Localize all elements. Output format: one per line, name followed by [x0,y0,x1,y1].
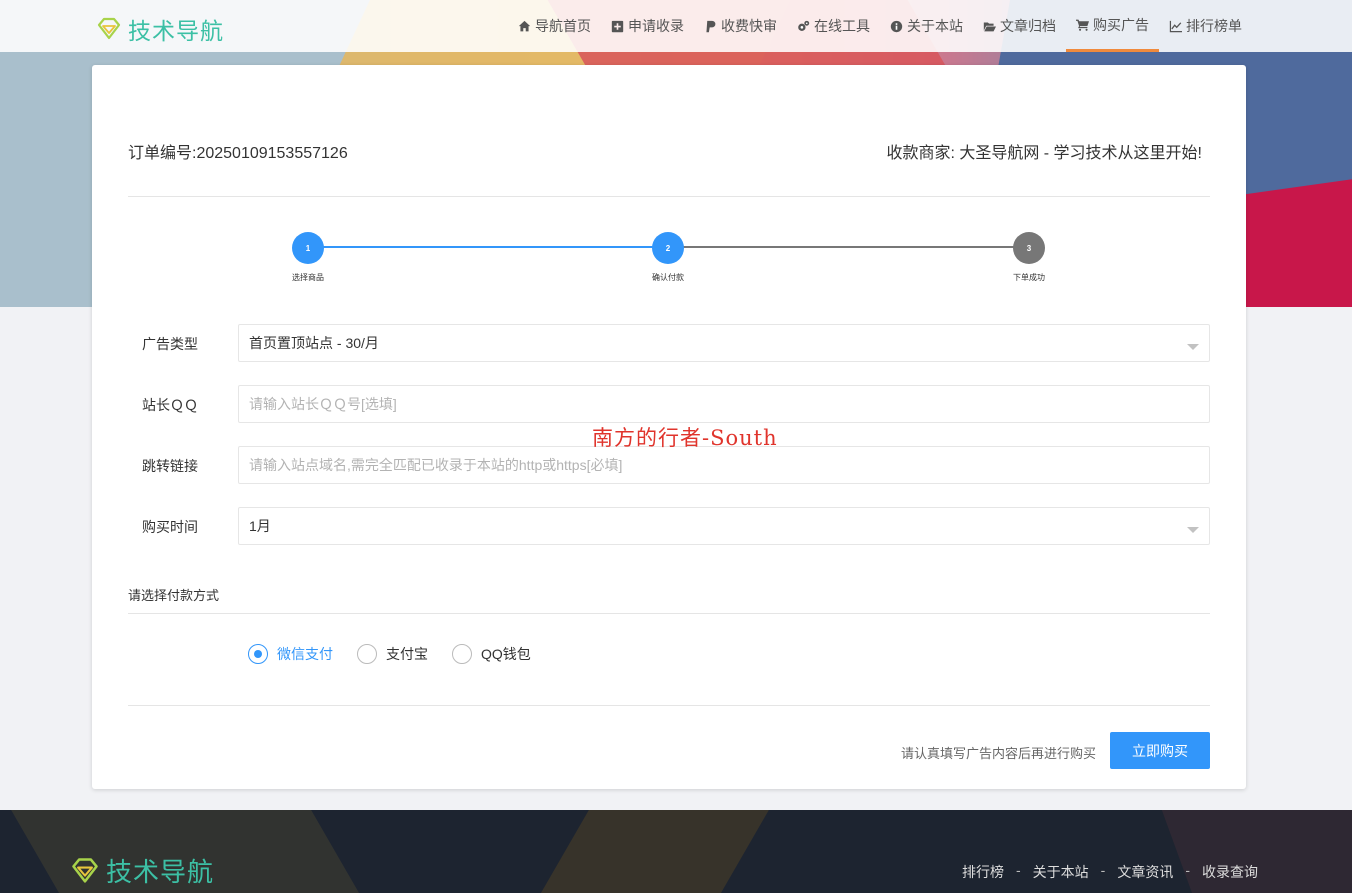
pay-option-label: 支付宝 [386,646,428,662]
footer-separator: - [1100,862,1106,878]
footer-site-name: 技术导航 [106,857,215,887]
nav-item-label: 文章归档 [1000,18,1056,34]
step-line-pending [668,246,1028,248]
radio-unchecked-icon [452,644,472,664]
home-icon [518,20,531,31]
nav-item-apply[interactable]: 申请收录 [601,0,694,52]
divider [128,705,1210,706]
qq-label: 站长ＱＱ [142,397,198,413]
form-row-qq: 站长ＱＱ [128,385,1210,423]
divider [128,196,1210,197]
order-number: 订单编号:20250109153557126 [128,145,348,162]
footer-link-articles[interactable]: 文章资讯 [1117,862,1173,882]
footer-link-about[interactable]: 关于本站 [1033,862,1089,882]
duration-label: 购买时间 [142,519,198,535]
top-navbar: 技术导航 导航首页 申请收录 收费快审 在线工具 关于本站 文章归档 购买广告 … [0,0,1352,52]
footer-separator: - [1185,862,1190,878]
pay-option-label: 微信支付 [277,646,333,662]
folder-open-icon [983,21,996,31]
pay-option-qq-wallet[interactable]: QQ钱包 [452,644,531,664]
step-1-label: 选择商品 [292,273,324,282]
payment-method-title: 请选择付款方式 [128,588,220,603]
nav-item-label: 收费快审 [721,18,777,34]
nav-item-fast-review[interactable]: 收费快审 [694,0,787,52]
nav-item-ranking[interactable]: 排行榜单 [1159,0,1252,52]
footer: 技术导航 排行榜 - 关于本站 - 文章资讯 - 收录查询 [0,810,1352,893]
radio-checked-icon [248,644,268,664]
nav-item-buy-ad[interactable]: 购买广告 [1066,0,1159,52]
step-1-dot: 1 [292,232,324,264]
ad-type-selected-value: 首页置顶站点 - 30/月 [249,335,379,351]
nav-item-about[interactable]: 关于本站 [880,0,973,52]
footer-link-check[interactable]: 收录查询 [1202,862,1258,882]
pay-option-alipay[interactable]: 支付宝 [357,644,428,664]
duration-selected-value: 1月 [249,518,271,534]
site-logo[interactable]: 技术导航 [96,12,224,46]
nav-item-label: 购买广告 [1093,16,1149,33]
form-row-ad-type: 广告类型 首页置顶站点 - 30/月 [128,324,1210,362]
nav-item-label: 导航首页 [535,18,591,34]
radio-unchecked-icon [357,644,377,664]
nav-item-label: 排行榜单 [1186,18,1242,34]
qq-input[interactable] [238,385,1210,423]
step-2-dot: 2 [652,232,684,264]
divider [128,613,1210,614]
dropdown-arrow-icon [1187,344,1199,350]
submit-hint: 请认真填写广告内容后再进行购买 [900,746,1096,761]
plus-square-icon [611,20,624,32]
nav-item-label: 在线工具 [814,18,870,34]
link-label: 跳转链接 [142,458,198,474]
nav-item-archive[interactable]: 文章归档 [973,0,1066,52]
nav-item-label: 关于本站 [907,18,963,34]
info-circle-icon [890,20,903,32]
main-nav: 导航首页 申请收录 收费快审 在线工具 关于本站 文章归档 购买广告 排行榜单 [508,0,1252,52]
merchant-name: 收款商家: 大圣导航网 - 学习技术从这里开始! [886,145,1202,162]
buy-now-button[interactable]: 立即购买 [1110,732,1210,769]
payment-options: 微信支付 支付宝 QQ钱包 [248,644,555,664]
pay-option-label: QQ钱包 [481,646,531,662]
ad-type-label: 广告类型 [142,336,198,352]
nav-item-home[interactable]: 导航首页 [508,0,601,52]
diamond-logo-icon [72,857,98,883]
dropdown-arrow-icon [1187,527,1199,533]
footer-links: 排行榜 - 关于本站 - 文章资讯 - 收录查询 [962,862,1258,882]
shopping-cart-icon [1076,19,1089,31]
nav-item-tools[interactable]: 在线工具 [787,0,880,52]
watermark-text: 南方的行者-South [592,426,778,450]
step-line-done [308,246,668,248]
form-row-duration: 购买时间 1月 [128,507,1210,545]
footer-separator: - [1015,862,1021,878]
diamond-logo-icon [97,17,121,40]
footer-link-ranking[interactable]: 排行榜 [962,862,1004,882]
duration-select[interactable]: 1月 [238,507,1210,545]
site-name: 技术导航 [128,18,224,44]
gears-icon [798,20,810,31]
step-3-label: 下单成功 [1013,273,1045,282]
line-chart-icon [1169,20,1182,32]
step-3-dot: 3 [1013,232,1045,264]
nav-item-label: 申请收录 [628,18,684,34]
paypal-icon [706,20,716,32]
ad-type-select[interactable]: 首页置顶站点 - 30/月 [238,324,1210,362]
progress-steps: 1 2 3 选择商品 确认付款 下单成功 [292,232,1045,292]
pay-option-wechat[interactable]: 微信支付 [248,644,333,664]
footer-logo[interactable]: 技术导航 [70,852,214,889]
step-2-label: 确认付款 [652,273,684,282]
